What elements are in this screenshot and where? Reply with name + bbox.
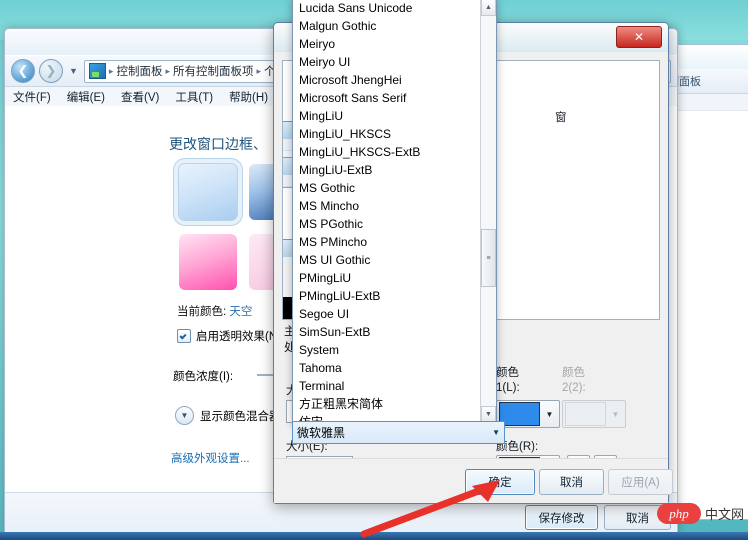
ok-button[interactable]: 确定 — [465, 469, 535, 495]
breadcrumb-separator: ▸ — [165, 65, 170, 76]
font-list-item[interactable]: MingLiU — [293, 107, 481, 125]
color-1-swatch[interactable] — [499, 402, 540, 426]
taskbar[interactable] — [0, 532, 748, 540]
font-list-scrollbar[interactable]: ▲ ≡ ▼ — [480, 0, 496, 423]
chevron-down-icon[interactable]: ▼ — [542, 410, 557, 419]
font-list-item[interactable]: MingLiU_HKSCS — [293, 125, 481, 143]
font-list-item[interactable]: Malgun Gothic — [293, 17, 481, 35]
chevron-down-icon: ▼ — [611, 409, 620, 419]
scrollbar-thumb[interactable]: ≡ — [481, 229, 496, 287]
font-list-item[interactable]: MingLiU_HKSCS-ExtB — [293, 143, 481, 161]
breadcrumb-item-0[interactable]: 控制面板 — [116, 63, 162, 79]
chevron-down-icon[interactable]: ▼ — [492, 428, 500, 437]
font-list-item[interactable]: Terminal — [293, 377, 481, 395]
font-family-selected-value: 微软雅黑 — [297, 426, 346, 440]
color-1-label: 1(L): — [496, 382, 520, 394]
menu-file[interactable]: 文件(F) — [13, 89, 51, 105]
menu-help[interactable]: 帮助(H) — [229, 89, 268, 105]
breadcrumb-separator: ▸ — [256, 65, 262, 76]
font-list-item[interactable]: 方正粗黑宋简体 — [293, 395, 481, 413]
save-changes-button[interactable]: 保存修改 — [525, 505, 598, 530]
menu-edit[interactable]: 编辑(E) — [67, 89, 105, 105]
font-list-item[interactable]: Tahoma — [293, 359, 481, 377]
font-list-item[interactable]: MingLiU-ExtB — [293, 161, 481, 179]
font-list-item[interactable]: Meiryo UI — [293, 53, 481, 71]
breadcrumb-item-1[interactable]: 所有控制面板项 — [173, 63, 254, 79]
font-list-item[interactable]: MS PGothic — [293, 215, 481, 233]
menu-tools[interactable]: 工具(T) — [175, 89, 213, 105]
font-list-item[interactable]: MS Mincho — [293, 197, 481, 215]
font-family-combobox[interactable]: 微软雅黑 ▼ — [292, 421, 505, 444]
page-title: 更改窗口边框、 — [169, 136, 267, 152]
chevron-down-icon[interactable]: ▼ — [67, 66, 80, 76]
partial-hidden-label: 窗 — [555, 112, 567, 124]
control-panel-icon — [88, 63, 106, 79]
font-list-item[interactable]: System — [293, 341, 481, 359]
color-2-label: 2(2): — [562, 382, 586, 394]
scroll-up-icon[interactable]: ▲ — [481, 0, 496, 16]
color-1-picker[interactable]: ▼ — [496, 400, 560, 428]
color-header-2-label: 颜色 — [562, 367, 585, 379]
forward-button[interactable]: ❯ — [39, 59, 63, 83]
transparency-checkbox[interactable]: 启用透明效果(N) — [177, 328, 281, 344]
current-color-label: 当前颜色: — [177, 306, 227, 318]
color-swatch-sky[interactable] — [179, 164, 237, 220]
font-list-item[interactable]: Meiryo — [293, 35, 481, 53]
color-density-label: 颜色浓度(I): — [173, 371, 234, 383]
color-swatch-pink[interactable] — [179, 234, 237, 290]
dialog-cancel-button[interactable]: 取消 — [539, 469, 604, 495]
chevron-down-icon[interactable]: ▼ — [175, 406, 194, 425]
close-icon[interactable]: ✕ — [616, 26, 662, 48]
screenshot-root: 制面板 ❮ ❯ ▼ ▸ 控制面板 ▸ 所有控制面板项 ▸ 个性 文件(F) 编辑… — [0, 0, 748, 540]
current-color-value: 天空 — [229, 306, 253, 318]
color-2-picker: ▼ — [562, 400, 626, 428]
font-list-item[interactable]: Segoe UI — [293, 305, 481, 323]
font-list-item[interactable]: Microsoft Sans Serif — [293, 89, 481, 107]
font-list-item[interactable]: Lucida Sans Unicode — [293, 0, 481, 17]
color-2-swatch — [565, 402, 606, 426]
apply-button: 应用(A) — [608, 469, 673, 495]
font-list-item[interactable]: PMingLiU — [293, 269, 481, 287]
font-list-item[interactable]: MS Gothic — [293, 179, 481, 197]
current-color-row: 当前颜色: 天空 — [177, 303, 252, 319]
font-list-item[interactable]: Microsoft JhengHei — [293, 71, 481, 89]
font-list-item[interactable]: SimSun-ExtB — [293, 323, 481, 341]
watermark: php 中文网 — [656, 503, 744, 524]
font-dropdown-list[interactable]: Lucida Sans Unicode Malgun Gothic Meiryo Me… — [292, 0, 497, 424]
advanced-appearance-link[interactable]: 高级外观设置... — [171, 450, 250, 466]
font-list-item[interactable]: MS UI Gothic — [293, 251, 481, 269]
watermark-text: 中文网 — [704, 507, 744, 522]
checkbox-check-icon[interactable] — [177, 329, 191, 343]
transparency-label: 启用透明效果(N) — [196, 331, 281, 343]
dialog-footer: 确定 取消 应用(A) — [274, 458, 673, 503]
font-list-item[interactable]: PMingLiU-ExtB — [293, 287, 481, 305]
watermark-logo: php — [656, 503, 701, 524]
menu-view[interactable]: 查看(V) — [121, 89, 159, 105]
breadcrumb-separator: ▸ — [108, 65, 114, 76]
color-header-1-label: 颜色 — [496, 367, 519, 379]
back-button[interactable]: ❮ — [11, 59, 35, 83]
font-list-items[interactable]: Lucida Sans Unicode Malgun Gothic Meiryo Me… — [293, 0, 481, 423]
font-list-item[interactable]: MS PMincho — [293, 233, 481, 251]
